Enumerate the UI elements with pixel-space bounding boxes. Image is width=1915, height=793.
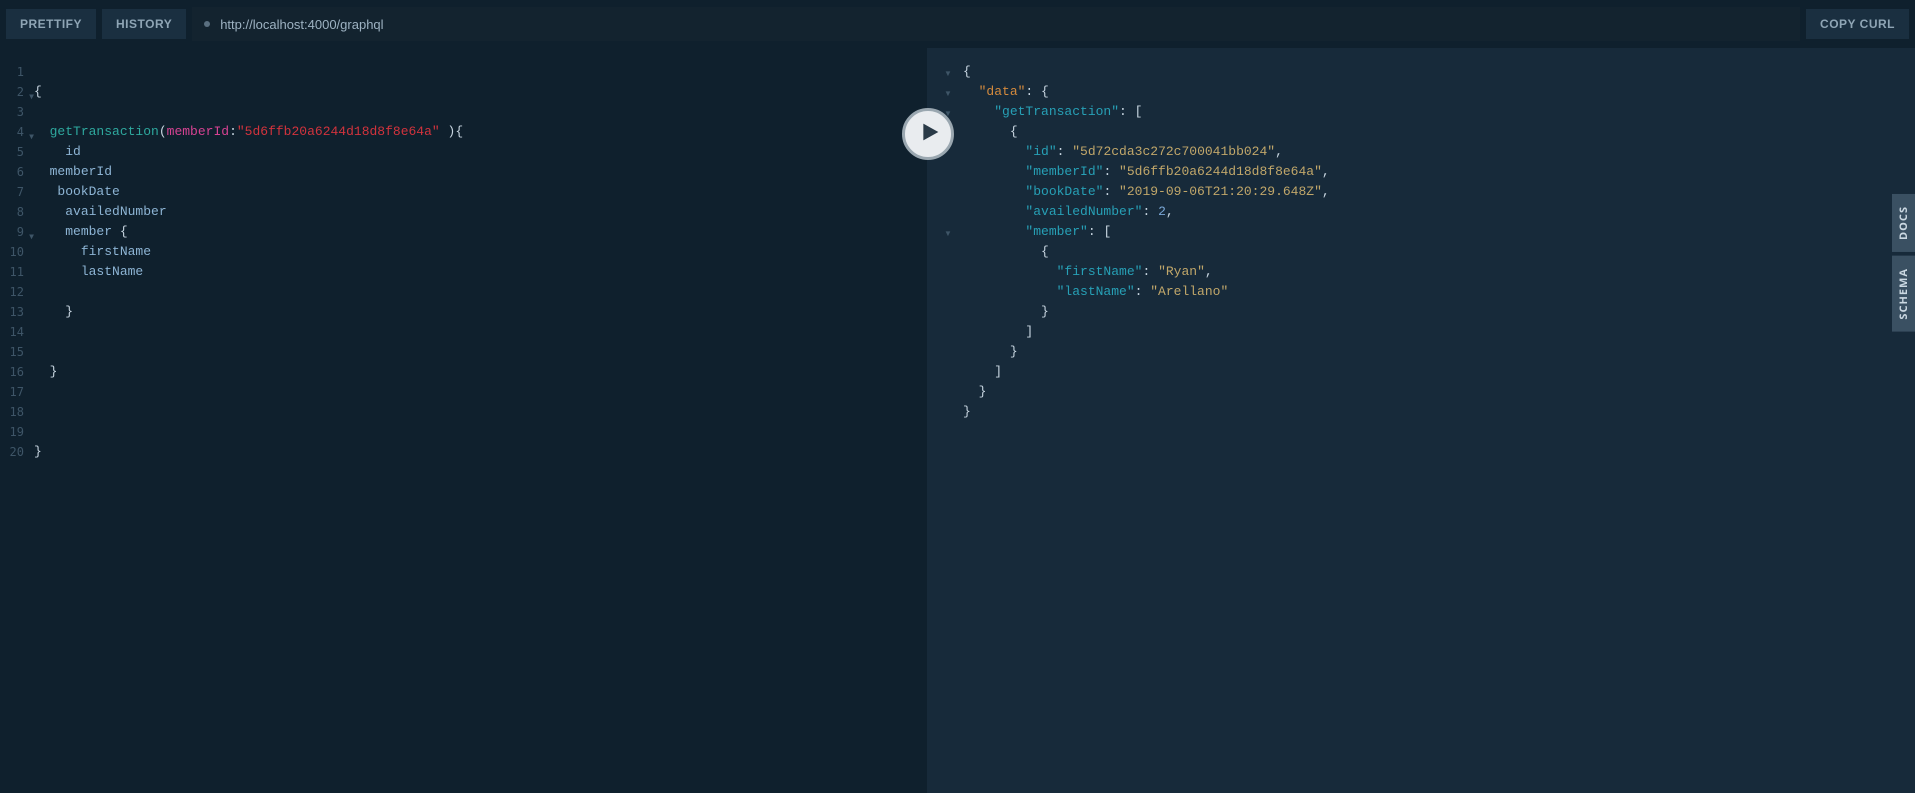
query-code[interactable]: { getTransaction(memberId:"5d6ffb20a6244…: [30, 48, 927, 793]
endpoint-input[interactable]: [220, 17, 1788, 32]
query-line[interactable]: [34, 62, 927, 82]
query-line[interactable]: [34, 402, 927, 422]
line-number: 10: [0, 242, 30, 262]
query-line[interactable]: member {: [34, 222, 927, 242]
line-number: 5: [0, 142, 30, 162]
response-line: "id": "5d72cda3c272c700041bb024",: [963, 142, 1915, 162]
response-line: "data": {: [963, 82, 1915, 102]
query-line[interactable]: getTransaction(memberId:"5d6ffb20a6244d1…: [34, 122, 927, 142]
query-line[interactable]: {: [34, 82, 927, 102]
response-line: "memberId": "5d6ffb20a6244d18d8f8e64a",: [963, 162, 1915, 182]
response-line: {: [963, 62, 1915, 82]
query-line[interactable]: [34, 422, 927, 442]
line-number: 17: [0, 382, 30, 402]
response-pane: ▼▼▼▼▼ { "data": { "getTransaction": [ { …: [927, 48, 1915, 793]
query-line[interactable]: lastName: [34, 262, 927, 282]
response-line: {: [963, 242, 1915, 262]
fold-toggle-icon[interactable]: ▼: [943, 228, 953, 239]
query-line[interactable]: bookDate: [34, 182, 927, 202]
main-area: 12▼34▼56789▼1011121314151617181920 { get…: [0, 48, 1915, 793]
query-line[interactable]: id: [34, 142, 927, 162]
line-number: 19: [0, 422, 30, 442]
query-gutter: 12▼34▼56789▼1011121314151617181920: [0, 48, 30, 793]
line-number: 16: [0, 362, 30, 382]
response-line: }: [963, 302, 1915, 322]
side-tabs: DOCS SCHEMA: [1892, 194, 1915, 332]
line-number: 20: [0, 442, 30, 462]
response-line: {: [963, 122, 1915, 142]
query-line[interactable]: availedNumber: [34, 202, 927, 222]
play-icon: [917, 122, 940, 146]
query-line[interactable]: [34, 282, 927, 302]
schema-tab[interactable]: SCHEMA: [1892, 256, 1915, 332]
response-line: ]: [963, 362, 1915, 382]
line-number: 14: [0, 322, 30, 342]
line-number: 18: [0, 402, 30, 422]
query-line[interactable]: [34, 342, 927, 362]
fold-toggle-icon[interactable]: ▼: [943, 88, 953, 99]
line-number: 13: [0, 302, 30, 322]
response-line: "firstName": "Ryan",: [963, 262, 1915, 282]
fold-toggle-icon[interactable]: ▼: [943, 68, 953, 79]
history-button[interactable]: HISTORY: [102, 9, 186, 39]
response-line: "member": [: [963, 222, 1915, 242]
line-number: 4▼: [0, 122, 30, 142]
query-line[interactable]: [34, 382, 927, 402]
query-line[interactable]: }: [34, 362, 927, 382]
query-line[interactable]: firstName: [34, 242, 927, 262]
line-number: 6: [0, 162, 30, 182]
response-line: "getTransaction": [: [963, 102, 1915, 122]
query-line[interactable]: memberId: [34, 162, 927, 182]
response-line: "availedNumber": 2,: [963, 202, 1915, 222]
response-line: }: [963, 402, 1915, 422]
execute-button[interactable]: [902, 108, 954, 160]
response-fold-gutter: ▼▼▼▼▼: [927, 62, 957, 793]
response-line: "lastName": "Arellano": [963, 282, 1915, 302]
response-line: ]: [963, 322, 1915, 342]
response-line: "bookDate": "2019-09-06T21:20:29.648Z",: [963, 182, 1915, 202]
line-number: 9▼: [0, 222, 30, 242]
toolbar: PRETTIFY HISTORY COPY CURL: [0, 0, 1915, 48]
line-number: 12: [0, 282, 30, 302]
line-number: 2▼: [0, 82, 30, 102]
line-number: 3: [0, 102, 30, 122]
query-line[interactable]: }: [34, 302, 927, 322]
line-number: 1: [0, 62, 30, 82]
response-code: { "data": { "getTransaction": [ { "id": …: [957, 62, 1915, 793]
connection-status-icon: [204, 21, 210, 27]
query-line[interactable]: }: [34, 442, 927, 462]
line-number: 7: [0, 182, 30, 202]
line-number: 8: [0, 202, 30, 222]
docs-tab[interactable]: DOCS: [1892, 194, 1915, 252]
response-line: }: [963, 382, 1915, 402]
line-number: 15: [0, 342, 30, 362]
response-line: }: [963, 342, 1915, 362]
endpoint-bar: [192, 7, 1800, 41]
prettify-button[interactable]: PRETTIFY: [6, 9, 96, 39]
query-line[interactable]: [34, 322, 927, 342]
line-number: 11: [0, 262, 30, 282]
query-editor-pane[interactable]: 12▼34▼56789▼1011121314151617181920 { get…: [0, 48, 927, 793]
query-line[interactable]: [34, 102, 927, 122]
copy-curl-button[interactable]: COPY CURL: [1806, 9, 1909, 39]
